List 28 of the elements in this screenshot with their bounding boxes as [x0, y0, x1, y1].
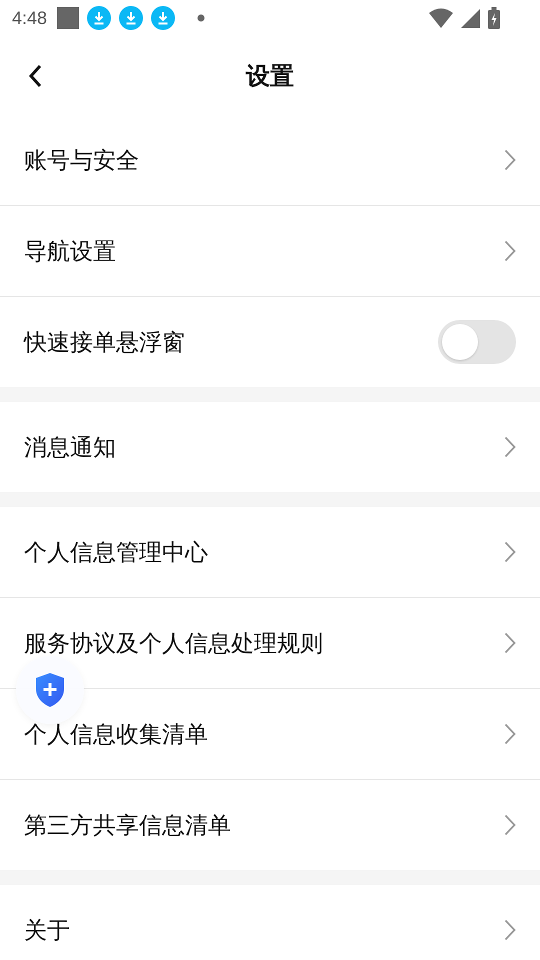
signal-icon: [461, 8, 480, 28]
download-icon: [119, 6, 144, 30]
chevron-right-icon: [504, 632, 516, 654]
settings-item[interactable]: 账号与安全: [0, 115, 540, 206]
more-notifications-icon: [197, 14, 206, 22]
settings-item[interactable]: 导航设置: [0, 206, 540, 297]
settings-item[interactable]: 消息通知: [0, 402, 540, 492]
back-icon: [28, 64, 42, 88]
chevron-right-icon: [504, 723, 516, 745]
settings-item[interactable]: 个人信息管理中心: [0, 507, 540, 598]
toggle-switch[interactable]: [438, 320, 516, 364]
settings-item[interactable]: 第三方共享信息清单: [0, 780, 540, 870]
chevron-right-icon: [504, 919, 516, 941]
settings-item[interactable]: 关于: [0, 885, 540, 960]
download-icon: [87, 6, 112, 30]
chevron-right-icon: [504, 814, 516, 836]
status-time: 4:48: [12, 8, 48, 28]
chevron-right-icon: [504, 541, 516, 563]
setting-label: 快速接单悬浮窗: [24, 328, 185, 358]
shield-plus-icon: [34, 672, 66, 708]
chevron-right-icon: [504, 436, 516, 458]
download-icon: [151, 6, 176, 30]
wifi-icon: [429, 8, 453, 28]
chevron-right-icon: [504, 149, 516, 171]
page-title: 设置: [246, 60, 294, 92]
battery-icon: [488, 7, 500, 29]
chevron-right-icon: [504, 240, 516, 262]
notification-icon: [57, 7, 80, 29]
